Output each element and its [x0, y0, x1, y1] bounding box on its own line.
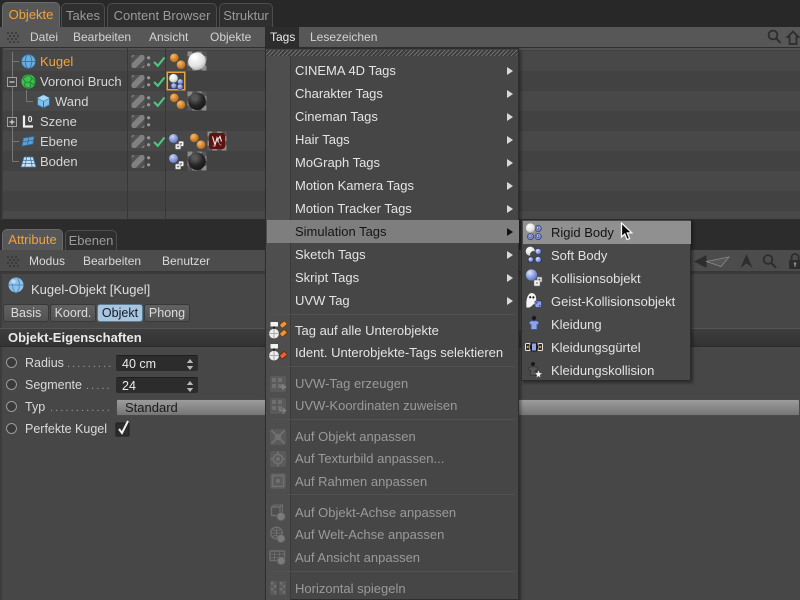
svg-text:0: 0 — [28, 114, 33, 124]
